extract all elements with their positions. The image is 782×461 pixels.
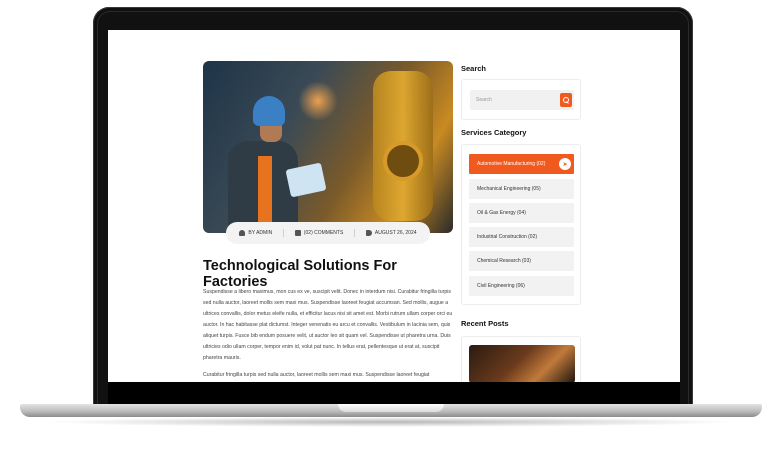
post-title: Technological Solutions For Factories	[203, 258, 397, 290]
meta-comments-label: (02) COMMENTS	[303, 230, 344, 236]
tablet-shape	[285, 162, 327, 198]
calendar-icon	[365, 230, 372, 236]
categories-widget: Automotive Manufacturing (02) ➤ Mechanic…	[461, 144, 581, 305]
meta-author[interactable]: BY ADMIN	[239, 230, 272, 236]
category-label: Industrial Construction (02)	[477, 234, 538, 240]
search-widget: Search	[461, 79, 581, 120]
recent-posts-title: Recent Posts	[461, 319, 509, 328]
robot-joint-shape	[383, 141, 423, 181]
categories-widget-title: Services Category	[461, 128, 527, 137]
category-label: Oil & Gas Energy (04)	[477, 210, 526, 216]
post-paragraph-2: Curabitur fringilla turpis sed nulla auc…	[203, 372, 430, 378]
screen-bezel-bottom	[108, 382, 680, 404]
meta-author-label: BY ADMIN	[248, 230, 273, 236]
laptop-shadow	[40, 417, 742, 427]
post-paragraph-1: Suspendisse a libero maximus, mon cus ex…	[203, 289, 453, 361]
search-widget-title: Search	[461, 64, 487, 73]
category-item-chemical[interactable]: Chemical Research (03)	[469, 251, 574, 271]
category-item-mechanical[interactable]: Mechanical Engineering (05)	[469, 179, 574, 199]
category-label: Automotive Manufacturing (02)	[477, 161, 546, 167]
meta-date[interactable]: AUGUST 26, 2024	[365, 230, 417, 236]
arrow-right-icon: ➤	[559, 158, 571, 170]
category-label: Civil Engineering (06)	[477, 283, 525, 289]
meta-date-label: AUGUST 26, 2024	[374, 230, 417, 236]
search-input[interactable]: Search	[470, 90, 574, 110]
post-meta-bar: BY ADMIN (02) COMMENTS AUGUST 26, 2024	[226, 222, 430, 244]
user-icon	[239, 230, 246, 236]
meta-comments[interactable]: (02) COMMENTS	[294, 230, 344, 236]
meta-divider	[354, 229, 356, 237]
light-glow	[298, 81, 338, 121]
category-item-civil[interactable]: Civil Engineering (06)	[469, 276, 574, 296]
category-item-automotive[interactable]: Automotive Manufacturing (02) ➤	[469, 154, 574, 174]
category-item-industrial[interactable]: Industrial Construction (02)	[469, 227, 574, 247]
hard-hat-shape	[253, 96, 285, 126]
category-label: Chemical Research (03)	[477, 258, 531, 264]
recent-posts-widget	[461, 336, 581, 382]
meta-divider	[283, 229, 285, 237]
post-featured-image	[203, 61, 453, 233]
category-item-oil-gas[interactable]: Oil & Gas Energy (04)	[469, 203, 574, 223]
laptop-notch	[338, 404, 444, 412]
comments-icon	[294, 230, 301, 236]
laptop-screen: BY ADMIN (02) COMMENTS AUGUST 26, 2024 T…	[108, 30, 680, 382]
category-label: Mechanical Engineering (05)	[477, 186, 541, 192]
recent-post-thumbnail[interactable]	[469, 345, 575, 382]
search-button[interactable]	[560, 93, 572, 107]
worker-vest-shape	[258, 156, 272, 226]
